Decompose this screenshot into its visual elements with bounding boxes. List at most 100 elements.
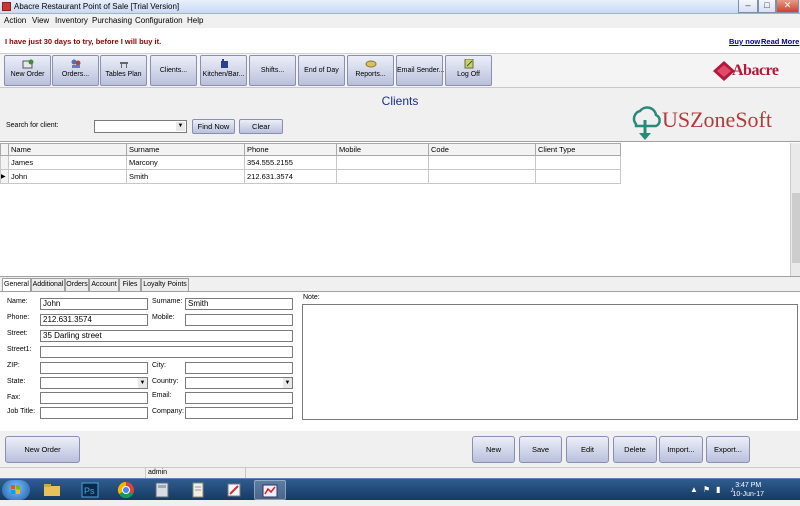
menu-purchasing[interactable]: Purchasing bbox=[92, 16, 132, 25]
buy-now-link[interactable]: Buy now bbox=[729, 37, 760, 46]
end-of-day-toolbar-button[interactable]: End of Day bbox=[298, 55, 345, 86]
orders-toolbar-button[interactable]: Orders... bbox=[52, 55, 99, 86]
menu-configuration[interactable]: Configuration bbox=[135, 16, 183, 25]
city-field[interactable] bbox=[185, 362, 293, 374]
client-details-form: Name: John Surname: Smith Phone: 212.631… bbox=[0, 291, 800, 431]
menu-help[interactable]: Help bbox=[187, 16, 203, 25]
cell-name[interactable]: John bbox=[8, 169, 127, 184]
tables-plan-toolbar-button[interactable]: Tables Plan bbox=[100, 55, 147, 86]
fax-field[interactable] bbox=[40, 392, 148, 404]
close-button[interactable]: ✕ bbox=[776, 0, 799, 13]
maximize-button[interactable]: □ bbox=[758, 0, 776, 13]
country-combobox[interactable]: ▼ bbox=[185, 377, 293, 389]
import-button[interactable]: Import... bbox=[659, 436, 703, 463]
column-header-code[interactable]: Code bbox=[428, 143, 536, 156]
company-field[interactable] bbox=[185, 407, 293, 419]
cell-client-type[interactable] bbox=[535, 169, 621, 184]
menu-inventory[interactable]: Inventory bbox=[55, 16, 88, 25]
column-header-surname[interactable]: Surname bbox=[126, 143, 245, 156]
clients-grid[interactable]: Name Surname Phone Mobile Code Client Ty… bbox=[0, 141, 800, 277]
new-order-button[interactable]: New Order bbox=[5, 436, 80, 463]
zip-field[interactable] bbox=[40, 362, 148, 374]
table-row[interactable]: James Marcony 354.555.2155 bbox=[0, 155, 621, 170]
start-button[interactable] bbox=[2, 480, 30, 500]
phone-field[interactable]: 212.631.3574 bbox=[40, 314, 148, 326]
toolbar-label: Tables Plan bbox=[105, 71, 142, 78]
new-order-toolbar-button[interactable]: New Order bbox=[4, 55, 51, 86]
name-field[interactable]: John bbox=[40, 298, 148, 310]
grid-vertical-scrollbar[interactable] bbox=[790, 143, 800, 276]
cell-surname[interactable]: Smith bbox=[126, 169, 245, 184]
save-button[interactable]: Save bbox=[519, 436, 562, 463]
menu-action[interactable]: Action bbox=[4, 16, 26, 25]
trial-banner: I have just 30 days to try, before I wil… bbox=[0, 28, 800, 54]
cell-name[interactable]: James bbox=[8, 155, 127, 170]
scrollbar-thumb[interactable] bbox=[792, 193, 800, 263]
tab-files[interactable]: Files bbox=[119, 278, 141, 291]
tab-loyalty-points[interactable]: Loyalty Points bbox=[141, 278, 189, 291]
cell-phone[interactable]: 354.555.2155 bbox=[244, 155, 337, 170]
cell-mobile[interactable] bbox=[336, 169, 429, 184]
new-button[interactable]: New bbox=[472, 436, 515, 463]
column-header-name[interactable]: Name bbox=[8, 143, 127, 156]
kitchen-bar-toolbar-button[interactable]: Kitchen/Bar... bbox=[200, 55, 247, 86]
email-sender-toolbar-button[interactable]: Email Sender... bbox=[396, 55, 444, 86]
cloud-download-icon bbox=[632, 106, 661, 140]
abacre-pos-taskbar-icon[interactable] bbox=[254, 480, 286, 500]
state-combobox[interactable]: ▼ bbox=[40, 377, 148, 389]
shifts-toolbar-button[interactable]: Shifts... bbox=[249, 55, 296, 86]
clear-button[interactable]: Clear bbox=[239, 119, 283, 134]
column-header-client-type[interactable]: Client Type bbox=[535, 143, 621, 156]
photoshop-icon[interactable]: Ps bbox=[74, 480, 106, 500]
cell-mobile[interactable] bbox=[336, 155, 429, 170]
surname-field[interactable]: Smith bbox=[185, 298, 293, 310]
note-textarea[interactable] bbox=[302, 304, 798, 420]
battery-icon[interactable]: ▮ bbox=[716, 485, 720, 494]
table-row[interactable]: ▶ John Smith 212.631.3574 bbox=[0, 169, 621, 184]
find-now-button[interactable]: Find Now bbox=[192, 119, 235, 134]
menu-view[interactable]: View bbox=[32, 16, 49, 25]
reports-toolbar-button[interactable]: Reports... bbox=[347, 55, 394, 86]
log-off-toolbar-button[interactable]: Log Off bbox=[445, 55, 492, 86]
tray-arrow-icon[interactable]: ▲ bbox=[690, 485, 698, 494]
search-client-combobox[interactable]: ▼ bbox=[94, 120, 187, 133]
column-header-phone[interactable]: Phone bbox=[244, 143, 337, 156]
cell-client-type[interactable] bbox=[535, 155, 621, 170]
delete-button[interactable]: Delete bbox=[613, 436, 657, 463]
mobile-field[interactable] bbox=[185, 314, 293, 326]
reports-icon bbox=[365, 59, 377, 68]
cell-surname[interactable]: Marcony bbox=[126, 155, 245, 170]
tab-orders[interactable]: Orders bbox=[65, 278, 89, 291]
street-field[interactable]: 35 Darling street bbox=[40, 330, 293, 342]
cell-code[interactable] bbox=[428, 155, 536, 170]
window-title-bar[interactable]: Abacre Restaurant Point of Sale [Trial V… bbox=[0, 0, 800, 14]
street1-field[interactable] bbox=[40, 346, 293, 358]
name-label: Name: bbox=[7, 298, 28, 305]
job-title-field[interactable] bbox=[40, 407, 148, 419]
edit-button[interactable]: Edit bbox=[566, 436, 609, 463]
row-header[interactable]: ▶ bbox=[0, 169, 9, 184]
read-more-link[interactable]: Read More bbox=[761, 37, 799, 46]
system-clock[interactable]: 3:47 PM 10-Jun-17 bbox=[732, 481, 764, 499]
notepad-icon[interactable] bbox=[182, 480, 214, 500]
minimize-button[interactable]: – bbox=[738, 0, 758, 13]
chrome-icon[interactable] bbox=[110, 480, 142, 500]
row-header[interactable] bbox=[0, 155, 9, 170]
calculator-icon[interactable] bbox=[146, 480, 178, 500]
cell-phone[interactable]: 212.631.3574 bbox=[244, 169, 337, 184]
cell-code[interactable] bbox=[428, 169, 536, 184]
tab-account[interactable]: Account bbox=[89, 278, 119, 291]
chevron-down-icon[interactable]: ▼ bbox=[176, 122, 185, 131]
tab-additional[interactable]: Additional bbox=[31, 278, 65, 291]
email-field[interactable] bbox=[185, 392, 293, 404]
export-button[interactable]: Export... bbox=[706, 436, 750, 463]
chevron-down-icon[interactable]: ▼ bbox=[138, 378, 147, 388]
paint-icon[interactable] bbox=[218, 480, 250, 500]
chevron-down-icon[interactable]: ▼ bbox=[283, 378, 292, 388]
clients-toolbar-button[interactable]: Clients... bbox=[150, 55, 197, 86]
tab-general[interactable]: General bbox=[2, 278, 31, 292]
folder-icon[interactable] bbox=[36, 480, 68, 500]
state-label: State: bbox=[7, 378, 26, 385]
network-flag-icon[interactable]: ⚑ bbox=[703, 485, 710, 494]
column-header-mobile[interactable]: Mobile bbox=[336, 143, 429, 156]
